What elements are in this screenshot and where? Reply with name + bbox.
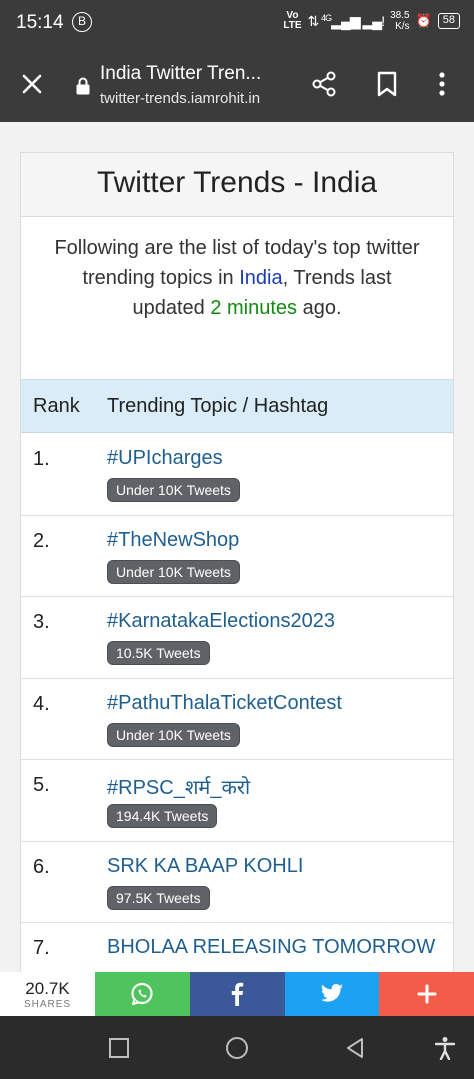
table-row: 3. #KarnatakaElections2023 10.5K Tweets [21,597,453,679]
volte-indicator: Vo LTE [283,11,301,31]
lock-icon [76,77,90,95]
net-4g: 4G [321,12,332,23]
trend-link[interactable]: SRK KA BAAP KOHLI [107,855,303,878]
more-vertical-icon[interactable] [432,70,452,98]
facebook-share-button[interactable] [189,972,285,1016]
speed-unit: K/s [395,21,410,32]
more-share-button[interactable] [379,972,474,1016]
tweet-count-badge: Under 10K Tweets [107,478,240,502]
close-icon[interactable] [18,70,46,98]
b-app-icon: B [72,12,92,32]
home-icon[interactable] [225,1036,249,1060]
twitter-share-button[interactable] [284,972,380,1016]
trend-link[interactable]: #TheNewShop [107,529,239,552]
trends-list: 1. #UPIcharges Under 10K Tweets 2. #TheN… [21,434,453,981]
intro-line-3: updated 2 minutes ago. [21,293,453,323]
tweet-count-badge: 194.4K Tweets [107,804,218,828]
alarm-icon: ⏰ [415,13,432,28]
updated-time: 2 minutes [210,297,298,319]
status-indicators: Vo LTE ⇅ 4G▂▄▆ ▂▄! 38.5 K/s ⏰ 58 [283,10,460,32]
trend-link[interactable]: BHOLAA RELEASING TOMORROW [107,936,435,959]
volte-bottom: LTE [283,20,302,31]
table-row: 6. SRK KA BAAP KOHLI 97.5K Tweets [21,842,453,923]
trend-link[interactable]: #KarnatakaElections2023 [107,610,335,633]
row-rank: 7. [33,937,50,959]
table-row: 1. #UPIcharges Under 10K Tweets [21,434,453,516]
row-rank: 6. [33,855,50,878]
system-nav-bar [0,1016,474,1079]
trend-link[interactable]: #UPIcharges [107,447,223,470]
column-topic: Trending Topic / Hashtag [107,395,329,417]
tweet-count-badge: 97.5K Tweets [107,885,210,910]
tweet-count-badge: Under 10K Tweets [107,559,240,584]
row-rank: 3. [33,611,50,633]
intro-line-3-pre: updated [132,297,211,319]
table-header: Rank Trending Topic / Hashtag [21,379,453,433]
intro-line-2-post: , Trends last [282,267,392,289]
signal-icon: ⇅ 4G▂▄▆ ▂▄! [307,12,386,29]
facebook-icon [231,982,244,1006]
plus-icon [417,984,437,1004]
status-time: 15:14 [16,12,64,33]
intro-line-2-pre: trending topics in [82,267,240,289]
share-icon[interactable] [310,70,338,98]
trends-card: Twitter Trends - India Following are the… [20,152,454,982]
share-count: 20.7K SHARES [0,972,95,1016]
recents-icon[interactable] [107,1036,131,1060]
speed-value: 38.5 [390,10,410,21]
intro-line-2: trending topics in India, Trends last [21,263,453,293]
network-speed: 38.5 K/s [390,10,409,32]
tweet-count-badge: 10.5K Tweets [107,641,210,665]
browser-toolbar: India Twitter Tren... twitter-trends.iam… [0,48,474,122]
table-row: 2. #TheNewShop Under 10K Tweets [21,516,453,597]
accessibility-icon[interactable] [433,1036,457,1060]
battery-icon: 58 [437,13,460,29]
whatsapp-share-button[interactable] [95,972,190,1016]
trend-link[interactable]: #RPSC_शर्म_करो [107,773,250,800]
status-bar: 15:14 B Vo LTE ⇅ 4G▂▄▆ ▂▄! 38.5 K/s ⏰ 58 [0,0,474,48]
intro-line-3-post: ago. [297,297,342,319]
whatsapp-icon [131,982,153,1006]
column-rank: Rank [33,395,80,417]
tweet-count-badge: Under 10K Tweets [107,722,240,747]
share-count-value: 20.7K [25,979,70,998]
twitter-icon [320,984,343,1002]
row-rank: 4. [33,692,50,715]
row-rank: 1. [33,448,50,470]
page-url[interactable]: twitter-trends.iamrohit.in [100,90,260,107]
share-bar: 20.7K SHARES [0,972,474,1016]
back-icon[interactable] [343,1036,367,1060]
row-rank: 5. [33,774,50,796]
page-tab-title[interactable]: India Twitter Tren... [100,63,261,85]
card-header: Twitter Trends - India [21,153,453,217]
intro-line-1: Following are the list of today's top tw… [54,237,420,259]
country-name: India [239,267,283,289]
row-rank: 2. [33,529,50,552]
table-row: 4. #PathuThalaTicketContest Under 10K Tw… [21,679,453,760]
trend-link[interactable]: #PathuThalaTicketContest [107,692,342,715]
table-row: 5. #RPSC_शर्म_करो 194.4K Tweets [21,760,453,842]
page-title: Twitter Trends - India [96,166,378,199]
bookmark-icon[interactable] [374,70,400,98]
share-count-label: SHARES [23,999,72,1010]
